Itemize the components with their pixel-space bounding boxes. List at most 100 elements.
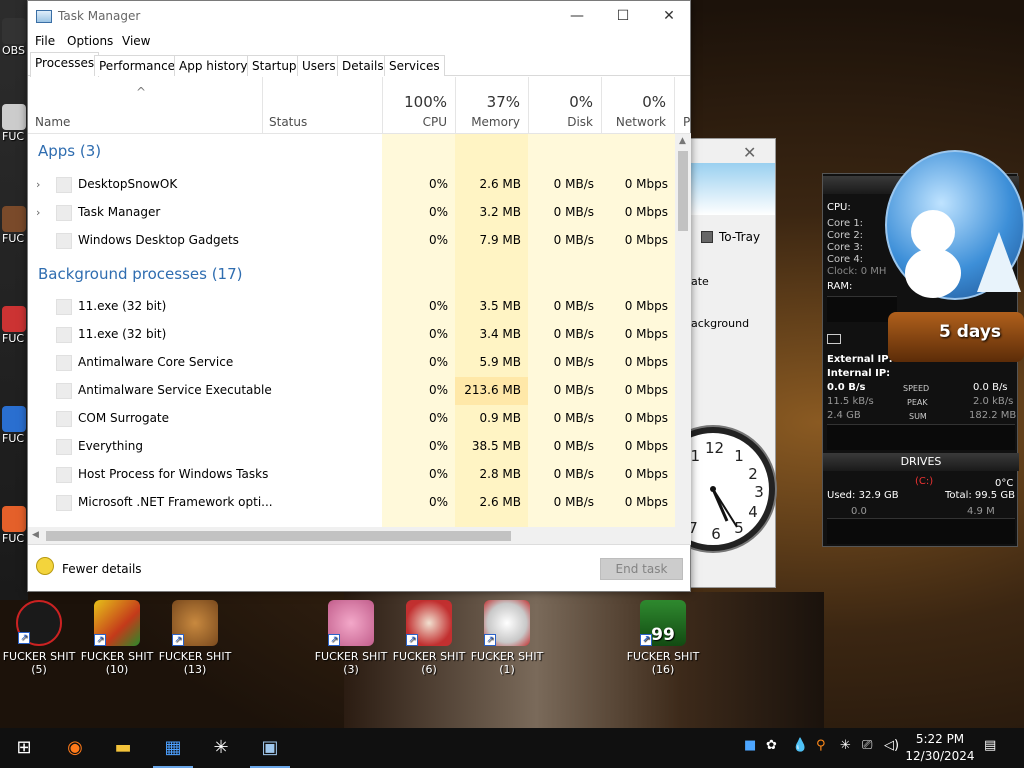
memory-cell: 213.6 MB	[455, 377, 528, 405]
peak-down: 11.5 kB/s	[827, 396, 874, 407]
column-cpu[interactable]: 100% CPU	[382, 77, 455, 134]
gadgets-icon[interactable]: ▣	[257, 736, 283, 760]
scroll-left-icon[interactable]: ◀	[32, 530, 39, 540]
column-cpu-label: CPU	[422, 115, 447, 129]
tray-app-icon[interactable]: ✿	[766, 738, 777, 753]
column-disk[interactable]: 0% Disk	[528, 77, 601, 134]
vertical-scrollbar[interactable]: ▲	[675, 134, 691, 544]
group-header-apps[interactable]: Apps (3)	[28, 142, 676, 170]
tab-users[interactable]: Users	[297, 55, 341, 76]
table-row[interactable]: COM Surrogate 0% 0.9 MB 0 MB/s 0 Mbps	[28, 405, 676, 433]
ram-graph	[827, 296, 897, 322]
menu-view[interactable]: View	[122, 34, 150, 48]
tray-snowflake-icon[interactable]: ✳	[840, 738, 851, 753]
group-label: Apps (3)	[38, 142, 102, 160]
icon-sublabel: (10)	[105, 663, 129, 676]
file-explorer-icon[interactable]: ▬	[110, 736, 136, 760]
sum-label: SUM	[909, 412, 927, 421]
table-row[interactable]: Everything 0% 38.5 MB 0 MB/s 0 Mbps	[28, 433, 676, 461]
tab-app-history[interactable]: App history	[174, 55, 253, 76]
task-manager-window[interactable]: Task Manager — ☐ ✕ File Options View Pro…	[27, 0, 691, 592]
process-name: Everything	[78, 439, 143, 453]
tab-services[interactable]: Services	[384, 55, 445, 76]
snow-globe-gadget[interactable]	[885, 150, 1024, 300]
table-row[interactable]: Windows Desktop Gadgets 0% 7.9 MB 0 MB/s…	[28, 227, 676, 255]
table-row[interactable]: Microsoft .NET Framework opti... 0% 2.6 …	[28, 489, 676, 517]
menu-options[interactable]: Options	[67, 34, 113, 48]
table-row[interactable]: 11.exe (32 bit) 0% 3.5 MB 0 MB/s 0 Mbps	[28, 293, 676, 321]
snowflake-icon[interactable]: ✳	[208, 736, 234, 760]
countdown-days: 5 days	[938, 322, 1002, 342]
table-row[interactable]: Host Process for Windows Tasks 0% 2.8 MB…	[28, 461, 676, 489]
tray-square-icon[interactable]: ■	[744, 738, 756, 753]
close-icon[interactable]: ✕	[743, 143, 756, 162]
desktop-icon-partial[interactable]: FUC	[2, 104, 28, 143]
memory-cell: 7.9 MB	[479, 233, 521, 247]
windows-start-icon[interactable]: ⊞	[11, 736, 37, 760]
table-row[interactable]: Antimalware Service Executable 0% 213.6 …	[28, 377, 676, 405]
table-row[interactable]: 11.exe (32 bit) 0% 3.4 MB 0 MB/s 0 Mbps	[28, 321, 676, 349]
core-label: Core 4:	[827, 254, 864, 265]
desktop-icon-partial[interactable]: FUC	[2, 306, 28, 345]
network-cell: 0 Mbps	[624, 327, 668, 341]
desktop-icon[interactable]: 99 ↗ FUCKER SHIT (16)	[626, 600, 700, 676]
tree-number: 99	[651, 625, 675, 645]
desktop-icon[interactable]: ↗ FUCKER SHIT (13)	[158, 600, 232, 676]
shortcut-arrow-icon: ↗	[328, 634, 340, 646]
drive-temp: 0°C	[995, 478, 1014, 489]
horizontal-scroll-thumb[interactable]	[46, 531, 511, 541]
group-header-background[interactable]: Background processes (17)	[28, 265, 676, 293]
to-tray-button[interactable]: To-Tray	[719, 230, 760, 244]
tray-drop-icon[interactable]: 💧	[792, 738, 808, 753]
process-icon	[56, 411, 72, 427]
column-memory[interactable]: 37% Memory	[455, 77, 528, 134]
cpu-cell: 0%	[428, 383, 448, 397]
column-status[interactable]: Status	[262, 77, 382, 134]
firefox-icon[interactable]: ◉	[62, 736, 88, 760]
collapse-icon[interactable]	[36, 557, 54, 575]
desktop-icon-obs[interactable]: OBS	[2, 18, 28, 57]
maximize-button[interactable]: ☐	[600, 1, 646, 32]
clock-tray[interactable]: 5:22 PM 12/30/2024	[904, 731, 976, 765]
desktop-icon-partial[interactable]: FUC	[2, 206, 28, 245]
network-icon[interactable]: ⎚	[862, 738, 872, 753]
window-banner	[691, 163, 775, 215]
tray-search-icon[interactable]: ⚲	[816, 738, 826, 753]
desktop-icon[interactable]: ↗ FUCKER SHIT (5)	[2, 600, 76, 676]
notifications-icon[interactable]: ▤	[984, 738, 996, 753]
process-icon	[56, 299, 72, 315]
tab-performance[interactable]: Performance	[94, 55, 181, 76]
horizontal-scrollbar[interactable]: ◀	[28, 527, 675, 544]
tab-startup[interactable]: Startup	[247, 55, 302, 76]
title-bar[interactable]: Task Manager — ☐ ✕	[28, 1, 690, 32]
desktop-icon[interactable]: ↗ FUCKER SHIT (10)	[80, 600, 154, 676]
column-power[interactable]: P	[674, 77, 691, 134]
fewer-details-link[interactable]: Fewer details	[62, 562, 142, 576]
minimize-button[interactable]: —	[554, 1, 600, 32]
chevron-right-icon[interactable]: ›	[36, 178, 40, 191]
table-row[interactable]: › Task Manager 0% 3.2 MB 0 MB/s 0 Mbps	[28, 199, 676, 227]
network-cell: 0 Mbps	[624, 383, 668, 397]
end-task-button[interactable]: End task	[600, 558, 683, 580]
desktop-icon-image: ↗	[406, 600, 452, 646]
desktop-icon[interactable]: ↗ FUCKER SHIT (6)	[392, 600, 466, 676]
desktop-icon[interactable]: ↗ FUCKER SHIT (3)	[314, 600, 388, 676]
scroll-up-icon[interactable]: ▲	[679, 136, 686, 146]
chevron-right-icon[interactable]: ›	[36, 206, 40, 219]
close-button[interactable]: ✕	[646, 1, 692, 32]
desktop-icon[interactable]: ↗ FUCKER SHIT (1)	[470, 600, 544, 676]
tab-processes[interactable]: Processes	[30, 52, 100, 77]
table-row[interactable]: › DesktopSnowOK 0% 2.6 MB 0 MB/s 0 Mbps	[28, 171, 676, 199]
table-row[interactable]: Antimalware Core Service 0% 5.9 MB 0 MB/…	[28, 349, 676, 377]
desktop-icon-image: ↗	[328, 600, 374, 646]
column-network[interactable]: 0% Network	[601, 77, 674, 134]
desktop-icon-partial[interactable]: FUC	[2, 506, 28, 545]
shortcut-arrow-icon: ↗	[18, 632, 30, 644]
tab-details[interactable]: Details	[337, 55, 389, 76]
column-name[interactable]: Name	[35, 115, 70, 129]
volume-icon[interactable]: ◁)	[884, 738, 899, 753]
menu-file[interactable]: File	[35, 34, 55, 48]
task-manager-taskbar-icon[interactable]: ▦	[160, 736, 186, 760]
desktop-icon-partial[interactable]: FUC	[2, 406, 28, 445]
vertical-scroll-thumb[interactable]	[678, 151, 688, 231]
